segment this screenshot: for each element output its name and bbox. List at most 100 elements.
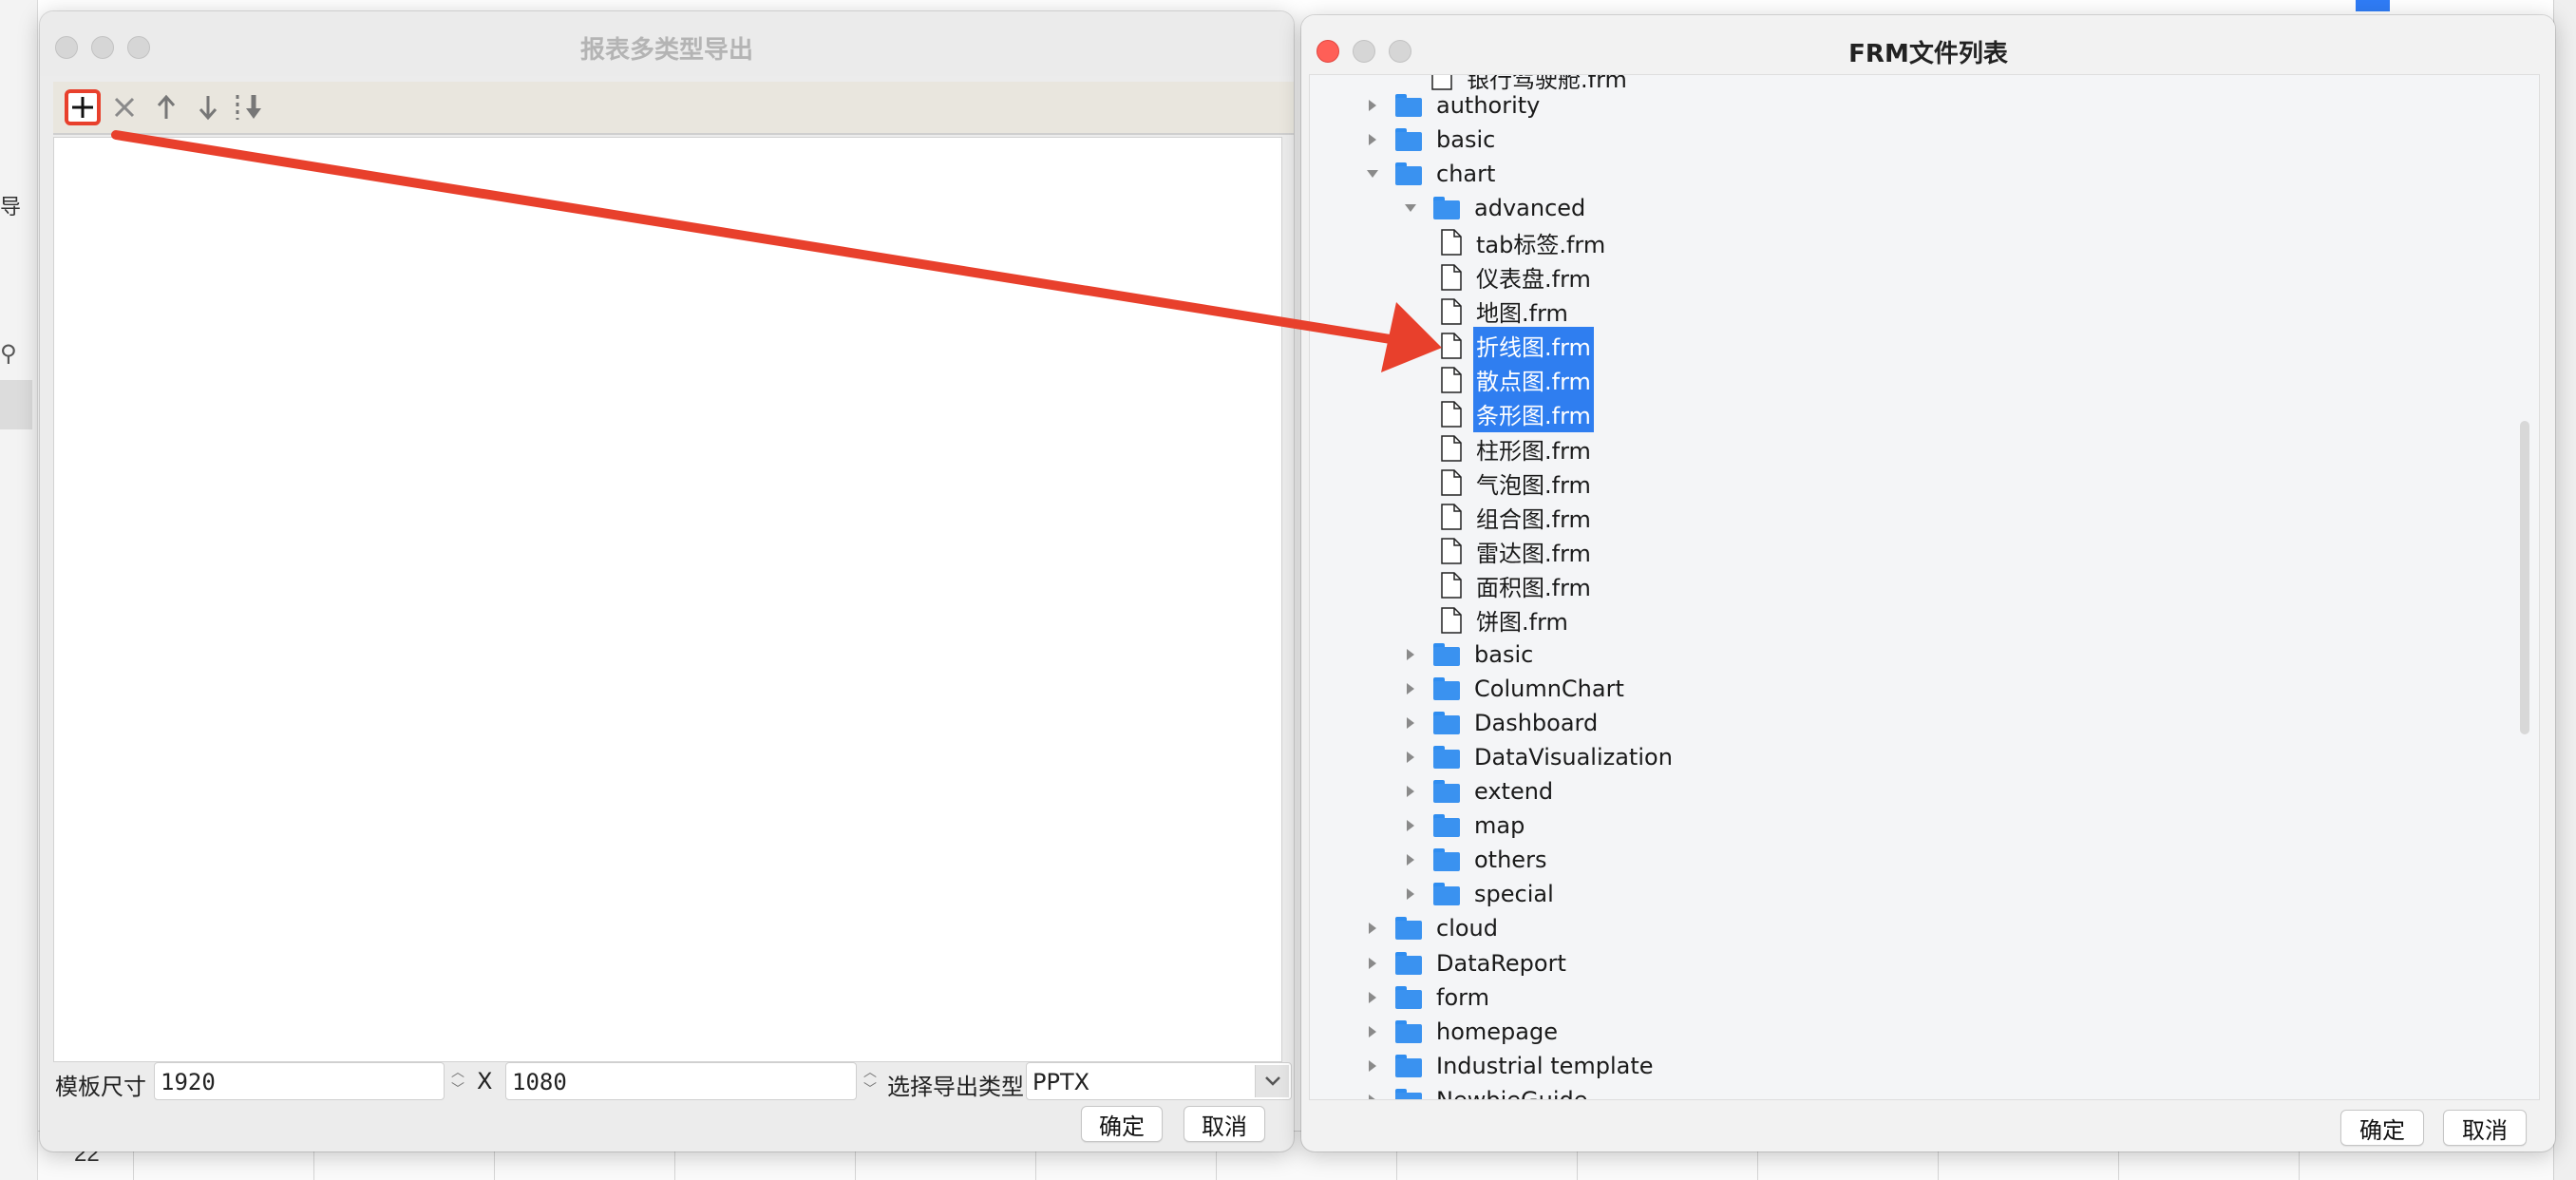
- tree-file-row[interactable]: 柱形图.frm: [1439, 431, 1594, 466]
- cancel-button[interactable]: 取消: [2443, 1110, 2527, 1146]
- background-strip: [0, 380, 32, 429]
- disclosure-collapsed-icon[interactable]: [1363, 988, 1382, 1007]
- tree-file-row[interactable]: 条形图.frm: [1439, 395, 1594, 433]
- document-icon: [1441, 332, 1462, 359]
- document-icon: [1441, 401, 1462, 428]
- export-dialog-titlebar: 报表多类型导出: [40, 11, 1294, 76]
- disclosure-expanded-icon[interactable]: [1401, 199, 1420, 218]
- height-input[interactable]: 1080: [505, 1062, 857, 1100]
- arrow-up-icon: [157, 94, 176, 119]
- tree-node-label: form: [1436, 983, 1489, 1011]
- tree-folder-row[interactable]: others: [1401, 843, 1549, 877]
- tree-node-label: map: [1474, 812, 1525, 840]
- width-input[interactable]: 1920: [154, 1062, 445, 1100]
- frm-dialog-titlebar: FRM文件列表: [1301, 15, 2555, 80]
- tree-file-row[interactable]: 仪表盘.frm: [1439, 260, 1594, 295]
- tree-node-label: basic: [1436, 126, 1496, 154]
- background-left-panel: 导 ⚲: [0, 0, 38, 1180]
- tree-node-label: Dashboard: [1474, 709, 1599, 736]
- tree-scrollbar[interactable]: [2520, 421, 2529, 734]
- tree-file-row[interactable]: 地图.frm: [1439, 295, 1571, 329]
- dialog-title: 报表多类型导出: [579, 36, 753, 65]
- tree-folder-row[interactable]: DataVisualization: [1401, 740, 1676, 774]
- disclosure-collapsed-icon[interactable]: [1401, 645, 1420, 664]
- tree-folder-row[interactable]: Dashboard: [1401, 706, 1601, 740]
- tree-file-row[interactable]: 组合图.frm: [1439, 500, 1594, 534]
- disclosure-collapsed-icon[interactable]: [1363, 919, 1382, 938]
- tree-folder-row[interactable]: extend: [1401, 774, 1556, 809]
- document-icon: [1441, 606, 1462, 634]
- export-type-select[interactable]: PPTX: [1026, 1062, 1292, 1100]
- folder-icon: [1433, 676, 1460, 700]
- tree-folder-row[interactable]: authority: [1363, 88, 1543, 123]
- move-down-button[interactable]: [190, 89, 226, 125]
- tree-folder-row[interactable]: DataReport: [1363, 946, 1569, 980]
- frm-file-tree[interactable]: 银行驾驶舱.frm authority basic chart advanced tab…: [1309, 74, 2540, 1100]
- tree-node-label: extend: [1474, 778, 1554, 805]
- disclosure-collapsed-icon[interactable]: [1401, 885, 1420, 904]
- disclosure-collapsed-icon[interactable]: [1401, 816, 1420, 835]
- arrow-down-icon: [199, 96, 218, 121]
- ok-button[interactable]: 确定: [2340, 1110, 2424, 1146]
- tree-folder-row[interactable]: form: [1363, 980, 1492, 1015]
- tree-file-row[interactable]: 气泡图.frm: [1439, 466, 1594, 500]
- disclosure-collapsed-icon[interactable]: [1401, 850, 1420, 869]
- folder-icon: [1433, 780, 1460, 803]
- disclosure-collapsed-icon[interactable]: [1363, 1022, 1382, 1041]
- folder-icon: [1395, 162, 1422, 186]
- disclosure-collapsed-icon[interactable]: [1401, 679, 1420, 698]
- chevron-down-icon: [1255, 1065, 1289, 1097]
- tree-folder-row[interactable]: Industrial template: [1363, 1049, 1657, 1083]
- folder-icon: [1395, 1019, 1422, 1043]
- tree-file-row[interactable]: 面积图.frm: [1439, 568, 1594, 602]
- disclosure-collapsed-icon[interactable]: [1363, 1091, 1382, 1099]
- width-stepper[interactable]: ︿ ﹀: [445, 1062, 471, 1100]
- frm-file-list-dialog: FRM文件列表 银行驾驶舱.frm authority basic chart adv…: [1301, 15, 2555, 1151]
- tree-node-label: chart: [1436, 161, 1496, 188]
- tree-folder-row[interactable]: ColumnChart: [1401, 672, 1627, 706]
- disclosure-collapsed-icon[interactable]: [1401, 748, 1420, 767]
- disclosure-collapsed-icon[interactable]: [1401, 782, 1420, 801]
- tree-folder-row[interactable]: basic: [1363, 123, 1498, 157]
- background-scrollbar: [2553, 0, 2576, 1180]
- tree-folder-row[interactable]: NewbieGuide: [1363, 1083, 1591, 1100]
- tree-folder-row[interactable]: advanced: [1401, 191, 1588, 225]
- tree-node-label: 条形图.frm: [1473, 395, 1594, 433]
- document-icon: [1441, 297, 1462, 325]
- move-to-bottom-button[interactable]: [232, 89, 268, 125]
- ok-button[interactable]: 确定: [1081, 1106, 1163, 1142]
- move-up-button[interactable]: [148, 89, 184, 125]
- disclosure-collapsed-icon[interactable]: [1363, 130, 1382, 149]
- export-toolbar: [53, 82, 1294, 135]
- tree-folder-row[interactable]: chart: [1363, 157, 1498, 191]
- delete-button[interactable]: [106, 89, 142, 125]
- tree-node-label: 饼图.frm: [1476, 609, 1568, 636]
- tree-file-row[interactable]: 饼图.frm: [1439, 603, 1571, 638]
- plus-icon: [72, 97, 93, 118]
- folder-icon: [1433, 848, 1460, 872]
- tree-file-row[interactable]: 散点图.frm: [1439, 361, 1594, 399]
- disclosure-collapsed-icon[interactable]: [1363, 1056, 1382, 1075]
- tree-folder-row[interactable]: basic: [1401, 638, 1536, 672]
- tree-folder-row[interactable]: cloud: [1363, 911, 1501, 945]
- document-icon: [1441, 263, 1462, 291]
- tree-node-label: 雷达图.frm: [1476, 540, 1591, 567]
- cancel-button[interactable]: 取消: [1184, 1106, 1265, 1142]
- tree-file-row[interactable]: 折线图.frm: [1439, 327, 1594, 365]
- export-file-list[interactable]: [53, 137, 1282, 1062]
- add-button[interactable]: [65, 89, 101, 125]
- tree-node-label: DataVisualization: [1474, 743, 1673, 771]
- tree-file-row[interactable]: 雷达图.frm: [1439, 534, 1594, 568]
- document-icon: [1441, 504, 1462, 530]
- disclosure-collapsed-icon[interactable]: [1363, 96, 1382, 115]
- disclosure-expanded-icon[interactable]: [1363, 164, 1382, 183]
- disclosure-collapsed-icon[interactable]: [1363, 954, 1382, 973]
- tree-node-label: NewbieGuide: [1436, 1086, 1588, 1100]
- tree-folder-row[interactable]: homepage: [1363, 1015, 1561, 1049]
- tree-file-row[interactable]: tab标签.frm: [1439, 225, 1608, 259]
- document-icon: [1441, 229, 1462, 257]
- height-stepper[interactable]: ︿ ﹀: [857, 1062, 883, 1100]
- disclosure-collapsed-icon[interactable]: [1401, 714, 1420, 733]
- tree-folder-row[interactable]: special: [1401, 877, 1557, 911]
- tree-folder-row[interactable]: map: [1401, 809, 1527, 843]
